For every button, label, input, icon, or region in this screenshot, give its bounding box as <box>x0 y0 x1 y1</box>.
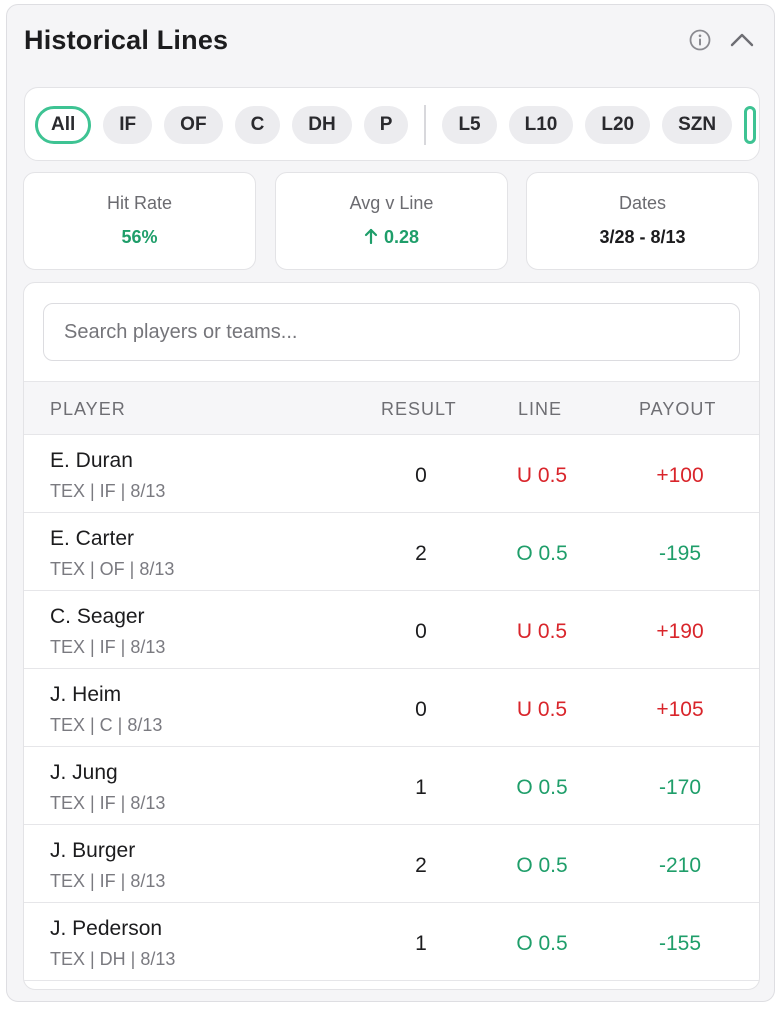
lines-table: PLAYER RESULT LINE PAYOUT E. Duran TEX | … <box>23 282 760 990</box>
result-value: 2 <box>415 542 427 565</box>
table-row[interactable]: J. Heim TEX | C | 8/13 0 U 0.5 +105 <box>24 669 759 747</box>
player-name: E. Carter <box>50 527 135 550</box>
table-row[interactable]: J. Pederson TEX | DH | 8/13 1 O 0.5 -155 <box>24 903 759 981</box>
info-icon[interactable] <box>689 29 711 51</box>
player-meta: TEX | C | 8/13 <box>50 715 163 735</box>
hit-rate-value: 56% <box>121 227 158 247</box>
result-value: 2 <box>415 854 427 877</box>
player-meta: TEX | IF | 8/13 <box>50 871 166 891</box>
filter-chip-of[interactable]: OF <box>164 106 223 144</box>
table-row[interactable]: J. Burger TEX | IF | 8/13 2 O 0.5 -210 <box>24 825 759 903</box>
filter-chip-c[interactable]: C <box>234 106 281 144</box>
line-value: U 0.5 <box>516 464 568 487</box>
player-name: C. Seager <box>50 605 145 628</box>
avg-v-line-value-wrap: 0.28 <box>276 227 507 248</box>
player-name: E. Duran <box>50 449 133 472</box>
payout-value: +190 <box>656 620 704 643</box>
dates-card: Dates 3/28 - 8/13 <box>526 172 759 270</box>
line-value: U 0.5 <box>516 620 568 643</box>
dates-value: 3/28 - 8/13 <box>599 227 686 247</box>
filter-chip-overflow[interactable] <box>744 106 757 144</box>
result-value: 0 <box>415 620 427 643</box>
player-name: J. Pederson <box>50 917 163 940</box>
search-box <box>43 303 740 361</box>
table-row[interactable]: J. Jung TEX | IF | 8/13 1 O 0.5 -170 <box>24 747 759 825</box>
player-meta: TEX | IF | 8/13 <box>50 793 166 813</box>
payout-value: +105 <box>656 698 704 721</box>
player-name: J. Burger <box>50 839 136 862</box>
column-header-result[interactable]: RESULT <box>381 399 457 420</box>
column-header-player[interactable]: PLAYER <box>50 399 126 420</box>
hit-rate-label: Hit Rate <box>106 193 173 213</box>
player-meta: TEX | IF | 8/13 <box>50 481 166 501</box>
player-name: J. Heim <box>50 683 122 706</box>
result-value: 0 <box>415 698 427 721</box>
column-header-payout[interactable]: PAYOUT <box>639 399 716 420</box>
line-value: O 0.5 <box>516 776 568 799</box>
avg-v-line-value: 0.28 <box>383 227 420 247</box>
filter-chip-row: All IF OF C DH P L5 L10 L20 SZN <box>35 105 759 145</box>
payout-value: -170 <box>658 776 702 799</box>
line-value: O 0.5 <box>516 542 568 565</box>
player-name: J. Jung <box>50 761 118 784</box>
table-row[interactable]: E. Duran TEX | IF | 8/13 0 U 0.5 +100 <box>24 435 759 513</box>
avg-v-line-card: Avg v Line 0.28 <box>275 172 508 270</box>
filter-chip-l5[interactable]: L5 <box>442 106 497 144</box>
payout-value: -210 <box>658 854 702 877</box>
stats-row: Hit Rate 56% Avg v Line 0.28 Dates 3/28 … <box>23 172 760 270</box>
player-meta: TEX | DH | 8/13 <box>50 949 176 969</box>
filter-chip-dh[interactable]: DH <box>292 106 352 144</box>
result-value: 1 <box>415 932 427 955</box>
table-row[interactable]: C. Seager TEX | IF | 8/13 0 U 0.5 +190 <box>24 591 759 669</box>
hit-rate-card: Hit Rate 56% <box>23 172 256 270</box>
chevron-up-icon[interactable] <box>729 30 755 50</box>
panel-title: Historical Lines <box>24 25 229 55</box>
payout-value: -155 <box>658 932 702 955</box>
payout-value: -195 <box>658 542 702 565</box>
historical-lines-panel: Historical Lines All IF OF C DH P L5 L10 L20 SZN … <box>6 4 775 1002</box>
filter-chip-all[interactable]: All <box>35 106 92 144</box>
table-body: E. Duran TEX | IF | 8/13 0 U 0.5 +100 E. Cart… <box>24 435 759 981</box>
arrow-up-icon <box>364 228 378 245</box>
result-value: 0 <box>415 464 427 487</box>
table-header: PLAYER RESULT LINE PAYOUT <box>24 381 759 435</box>
filter-divider <box>424 105 427 145</box>
player-meta: TEX | IF | 8/13 <box>50 637 166 657</box>
filter-chip-szn[interactable]: SZN <box>662 106 733 144</box>
payout-value: +100 <box>656 464 704 487</box>
search-input[interactable] <box>44 304 739 360</box>
filter-chip-p[interactable]: P <box>363 106 409 144</box>
filter-chip-l10[interactable]: L10 <box>508 106 574 144</box>
dates-label: Dates <box>618 193 667 213</box>
column-header-line[interactable]: LINE <box>518 399 562 420</box>
filter-bar: All IF OF C DH P L5 L10 L20 SZN <box>24 87 760 161</box>
line-value: U 0.5 <box>516 698 568 721</box>
filter-chip-l20[interactable]: L20 <box>585 106 651 144</box>
filter-chip-if[interactable]: IF <box>103 106 153 144</box>
line-value: O 0.5 <box>516 854 568 877</box>
panel-header: Historical Lines <box>7 5 774 75</box>
result-value: 1 <box>415 776 427 799</box>
table-row[interactable]: E. Carter TEX | OF | 8/13 2 O 0.5 -195 <box>24 513 759 591</box>
line-value: O 0.5 <box>516 932 568 955</box>
avg-v-line-label: Avg v Line <box>349 193 434 213</box>
player-meta: TEX | OF | 8/13 <box>50 559 175 579</box>
